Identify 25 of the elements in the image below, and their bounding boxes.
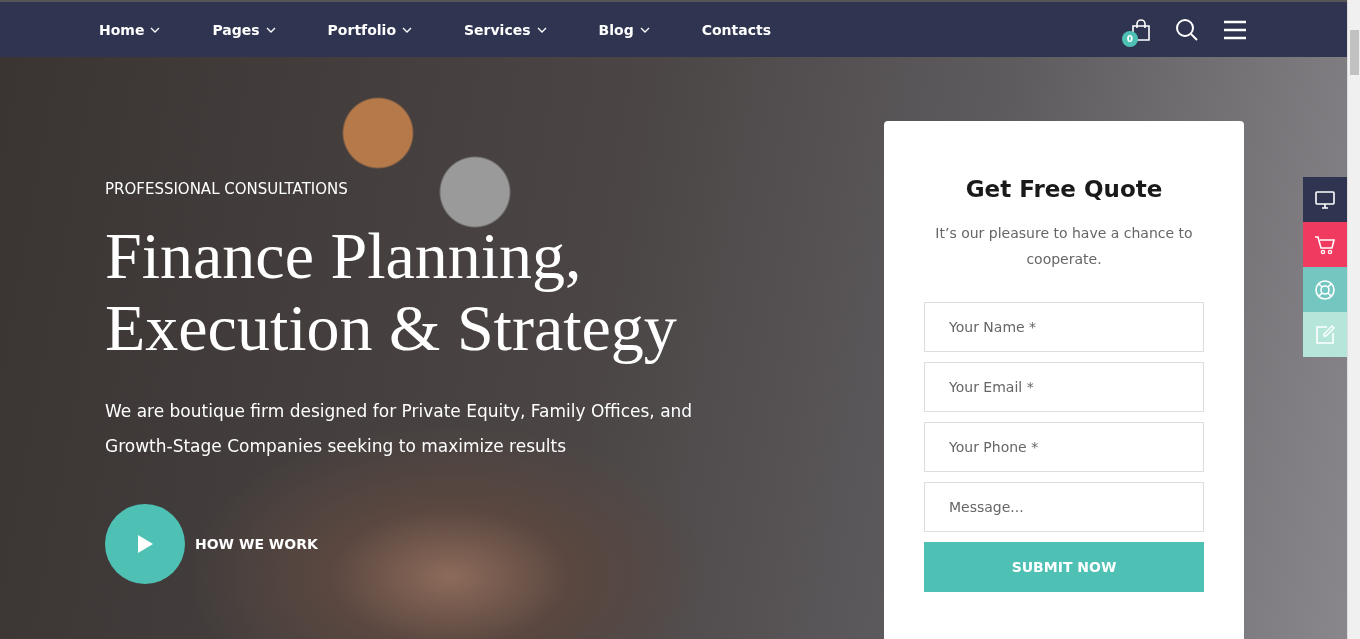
shopping-bag-icon[interactable]: [1131, 18, 1151, 41]
scrollbar-thumb[interactable]: [1349, 30, 1359, 75]
nav-menu-item[interactable]: Services: [464, 21, 547, 38]
input-field[interactable]: Your Name *: [924, 302, 1204, 352]
play-icon: [136, 534, 154, 554]
nav-menu-item[interactable]: Portfolio: [327, 21, 412, 38]
hero-description: We are boutique firm designed for Private Equity, Family Offices, and Growth-Stage Companies seeking to maximize results: [105, 400, 694, 458]
form-title: Get Free Quote: [965, 176, 1163, 202]
form-subtitle: It’s our pleasure to have a chance to cooperate.: [934, 224, 1194, 269]
cart-count-badge: 0: [1122, 30, 1138, 47]
menu-icon[interactable]: [1223, 19, 1247, 40]
lifebuoy-icon: [1313, 277, 1337, 302]
scrollbar[interactable]: [1347, 0, 1360, 639]
hero-eyebrow: PROFESSIONAL CONSULTATIONS: [105, 180, 349, 198]
nav-menu-item[interactable]: Blog: [598, 21, 650, 38]
video-link[interactable]: HOW WE WORK: [195, 536, 318, 552]
hero-heading: Finance Planning, Execution & Strategy: [105, 220, 678, 364]
input-field[interactable]: Your Email *: [924, 362, 1204, 412]
side-widget-button[interactable]: [1303, 177, 1347, 222]
input-field[interactable]: Message...: [924, 482, 1204, 532]
search-icon[interactable]: [1175, 17, 1199, 42]
nav-menu-item[interactable]: Contacts: [701, 21, 771, 38]
nav-menu-item[interactable]: Pages: [212, 21, 276, 38]
nav-menu-item[interactable]: Home: [99, 21, 161, 38]
input-field[interactable]: Your Phone *: [924, 422, 1204, 472]
